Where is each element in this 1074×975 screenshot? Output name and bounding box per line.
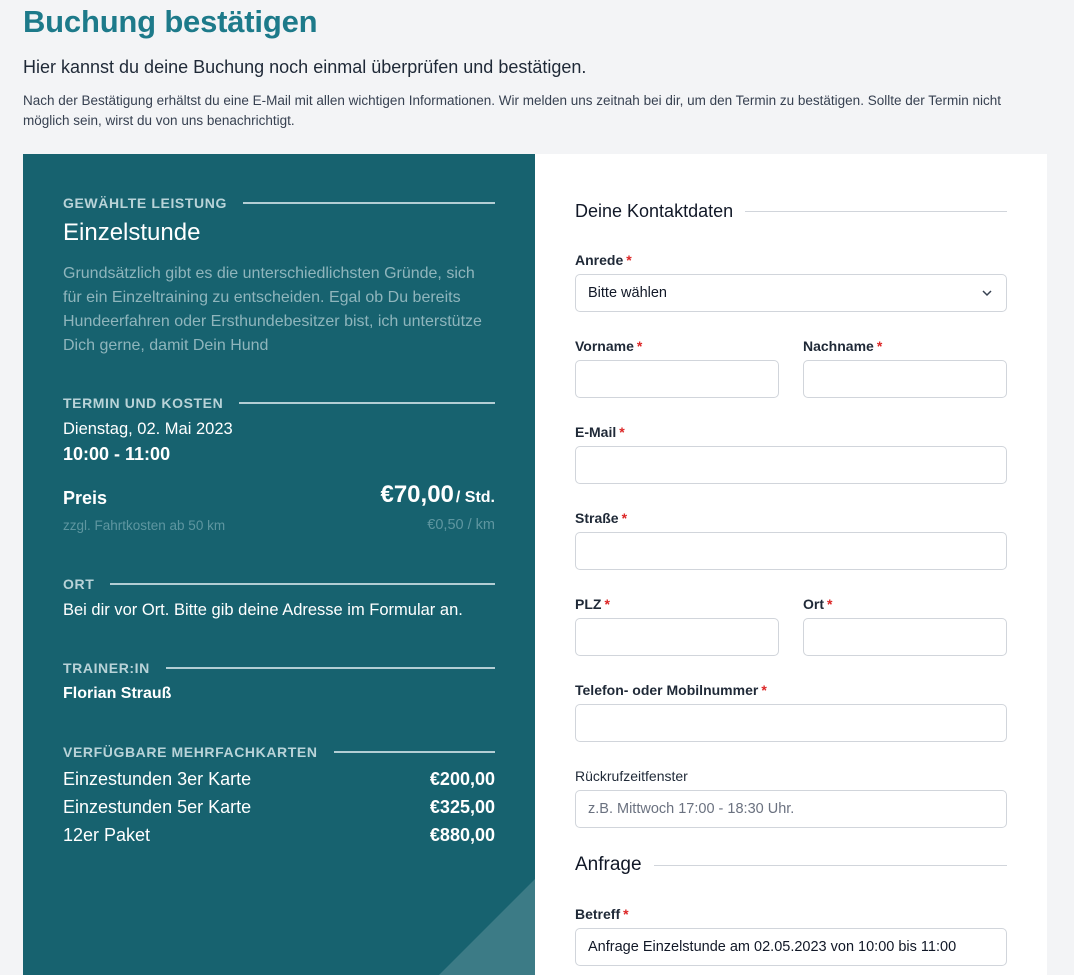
email-label: E-Mail * xyxy=(575,424,625,440)
first-name-field[interactable] xyxy=(575,360,779,398)
service-heading: GEWÄHLTE LEISTUNG xyxy=(63,195,495,211)
last-name-label: Nachname * xyxy=(803,338,883,354)
city-field[interactable] xyxy=(803,618,1007,656)
page-subtitle: Hier kannst du deine Buchung noch einmal… xyxy=(23,57,587,77)
last-name-field[interactable] xyxy=(803,360,1007,398)
phone-field[interactable] xyxy=(575,704,1007,742)
request-heading: Anfrage xyxy=(575,854,1007,876)
trainer-heading: TRAINER:IN xyxy=(63,660,495,676)
trainer-name: Florian Strauß xyxy=(63,685,172,702)
booking-time: 10:00 - 11:00 xyxy=(63,444,171,464)
zip-label: PLZ * xyxy=(575,596,610,612)
email-field[interactable] xyxy=(575,446,1007,484)
price-value: €70,00/ Std. xyxy=(380,481,495,508)
contact-heading: Deine Kontaktdaten xyxy=(575,201,1007,222)
multi-cards-heading: VERFÜGBARE MEHRFACHKARTEN xyxy=(63,744,495,760)
zip-field[interactable] xyxy=(575,618,779,656)
booking-summary-panel: GEWÄHLTE LEISTUNG Einzelstunde Grundsätz… xyxy=(23,154,535,975)
travel-cost-value: €0,50 / km xyxy=(427,517,495,533)
multi-card-item: 12er Paket €880,00 xyxy=(63,825,495,845)
salutation-label: Anrede * xyxy=(575,252,632,268)
booking-date: Dienstag, 02. Mai 2023 xyxy=(63,420,233,438)
multi-card-item: Einzestunden 3er Karte €200,00 xyxy=(63,769,495,789)
salutation-select[interactable]: Bitte wählen xyxy=(575,274,1007,312)
travel-cost-label: zzgl. Fahrtkosten ab 50 km xyxy=(63,518,226,533)
callback-window-field[interactable] xyxy=(575,790,1007,828)
service-description: Grundsätzlich gibt es die unterschiedlic… xyxy=(63,265,482,354)
street-field[interactable] xyxy=(575,532,1007,570)
subject-field[interactable] xyxy=(575,928,1007,966)
booking-card: GEWÄHLTE LEISTUNG Einzelstunde Grundsätz… xyxy=(23,154,1047,975)
street-label: Straße * xyxy=(575,510,628,526)
multi-card-item: Einzestunden 5er Karte €325,00 xyxy=(63,797,495,817)
subject-label: Betreff * xyxy=(575,906,629,922)
price-label: Preis xyxy=(63,488,108,508)
first-name-label: Vorname * xyxy=(575,338,643,354)
location-heading: ORT xyxy=(63,576,495,592)
chevron-down-icon xyxy=(982,290,992,297)
phone-label: Telefon- oder Mobilnummer * xyxy=(575,682,767,698)
city-label: Ort * xyxy=(803,596,833,612)
service-name: Einzelstunde xyxy=(63,219,201,246)
location-text: Bei dir vor Ort. Bitte gib deine Adresse… xyxy=(63,601,463,619)
price-unit: / Std. xyxy=(455,489,495,506)
intro-text: Nach der Bestätigung erhältst du eine E-… xyxy=(23,93,1002,128)
callback-label: Rückrufzeitfenster xyxy=(575,768,688,784)
schedule-heading: TERMIN UND KOSTEN xyxy=(63,395,495,411)
page-title: Buchung bestätigen xyxy=(23,4,318,39)
